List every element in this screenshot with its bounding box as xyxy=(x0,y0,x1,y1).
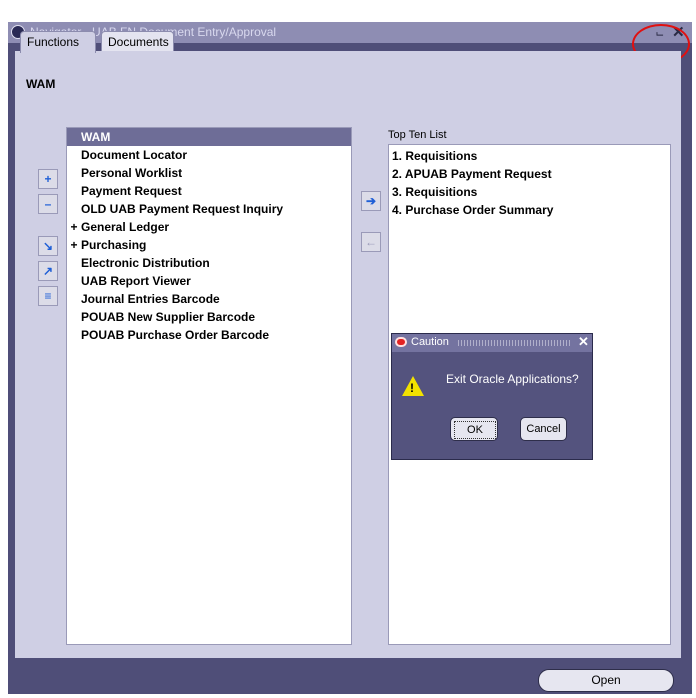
list-item-label: Journal Entries Barcode xyxy=(81,292,220,306)
expand-button[interactable]: + xyxy=(38,169,58,189)
list-item-label: Personal Worklist xyxy=(81,166,183,180)
top-ten-item[interactable]: 1. Requisitions xyxy=(392,147,477,165)
list-item-label: Document Locator xyxy=(81,148,188,162)
expand-branch-icon: ↘ xyxy=(42,239,54,253)
functions-list[interactable]: WAM Document Locator Personal Worklist Paym… xyxy=(66,127,352,645)
tab-documents[interactable]: Documents xyxy=(101,31,174,51)
title-grip xyxy=(458,340,571,346)
list-item[interactable]: UAB Report Viewer xyxy=(67,272,191,290)
list-item-label: Electronic Distribution xyxy=(81,256,210,270)
dialog-title-bar[interactable]: Caution ✕ xyxy=(392,334,592,352)
list-item-label: POUAB Purchase Order Barcode xyxy=(81,328,270,342)
arrow-left-icon: ← xyxy=(365,235,377,249)
list-item-label: UAB Report Viewer xyxy=(81,274,191,288)
cancel-button[interactable]: Cancel xyxy=(520,417,567,441)
list-item[interactable]: POUAB Purchase Order Barcode xyxy=(67,326,269,344)
list-item[interactable]: Personal Worklist xyxy=(67,164,182,182)
list-item[interactable]: Journal Entries Barcode xyxy=(67,290,220,308)
minus-icon: – xyxy=(44,197,52,211)
list-item[interactable]: Electronic Distribution xyxy=(67,254,210,272)
list-item[interactable]: Document Locator xyxy=(67,146,187,164)
expand-all-icon: ↗ xyxy=(42,264,54,278)
list-item[interactable]: + General Ledger xyxy=(67,218,169,236)
ok-button-label: OK xyxy=(454,421,496,439)
expand-branch-button[interactable]: ↘ xyxy=(38,236,58,256)
oracle-icon xyxy=(395,337,407,347)
top-ten-item[interactable]: 4. Purchase Order Summary xyxy=(392,201,553,219)
list-item[interactable]: Payment Request xyxy=(67,182,182,200)
collapse-all-icon: ≡ xyxy=(44,289,52,303)
list-item[interactable]: WAM xyxy=(67,128,351,146)
list-item-label: OLD UAB Payment Request Inquiry xyxy=(81,202,284,216)
list-item-label: Purchasing xyxy=(81,238,147,252)
expand-marker: + xyxy=(70,220,78,234)
collapse-all-button[interactable]: ≡ xyxy=(38,286,58,306)
list-item[interactable]: POUAB New Supplier Barcode xyxy=(67,308,255,326)
add-to-top-ten-button[interactable]: ➔ xyxy=(361,191,381,211)
list-item-label: General Ledger xyxy=(81,220,170,234)
arrow-right-icon: ➔ xyxy=(365,194,377,208)
close-icon[interactable]: ✕ xyxy=(578,334,589,350)
dialog-title: Caution xyxy=(411,336,449,348)
top-ten-label: Top Ten List xyxy=(388,129,447,141)
list-item-label: POUAB New Supplier Barcode xyxy=(81,310,256,324)
list-item-label: Payment Request xyxy=(81,184,182,198)
open-button[interactable]: Open xyxy=(538,669,674,692)
expand-marker: + xyxy=(70,238,78,252)
warning-mark: ! xyxy=(410,381,414,395)
tab-functions[interactable]: Functions xyxy=(20,31,96,53)
list-item[interactable]: + Purchasing xyxy=(67,236,146,254)
list-item[interactable]: OLD UAB Payment Request Inquiry xyxy=(67,200,283,218)
top-ten-item[interactable]: 3. Requisitions xyxy=(392,183,477,201)
remove-from-top-ten-button[interactable]: ← xyxy=(361,232,381,252)
dialog-message: Exit Oracle Applications? xyxy=(446,372,579,386)
top-ten-item[interactable]: 2. APUAB Payment Request xyxy=(392,165,552,183)
caution-dialog: Caution ✕ ! Exit Oracle Applications? OK… xyxy=(391,333,593,460)
ok-button[interactable]: OK xyxy=(450,417,498,441)
expand-all-button[interactable]: ↗ xyxy=(38,261,58,281)
plus-icon: + xyxy=(44,172,52,186)
collapse-button[interactable]: – xyxy=(38,194,58,214)
list-item-label: WAM xyxy=(81,130,111,144)
section-title: WAM xyxy=(26,77,56,91)
